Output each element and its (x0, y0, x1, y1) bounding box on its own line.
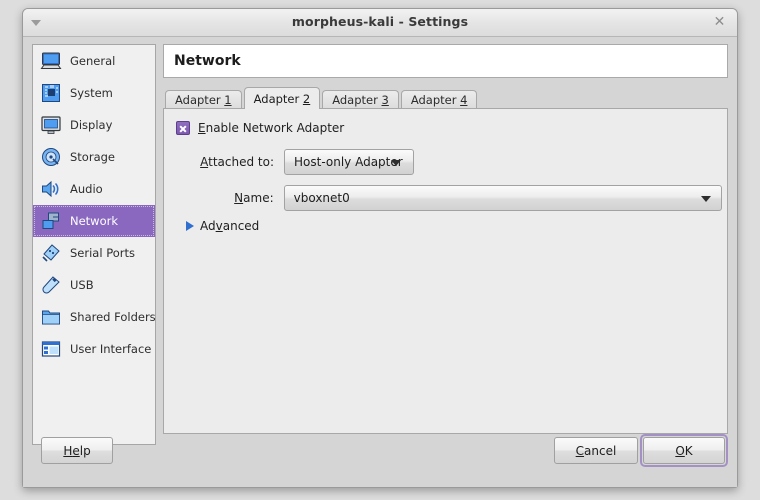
tab-adapter-3[interactable]: Adapter 3 (322, 90, 399, 109)
tab-adapter-1[interactable]: Adapter 1 (165, 90, 242, 109)
cancel-button[interactable]: Cancel (554, 437, 638, 464)
adapter-name-label: Name: (234, 191, 274, 205)
display-icon (41, 116, 61, 134)
tab-adapter-4[interactable]: Adapter 4 (400, 90, 478, 109)
harddisk-icon (42, 148, 60, 166)
enable-network-adapter-row[interactable]: Enable Network Adapter (176, 121, 344, 135)
dialog-footer: He lp Cancel OK (23, 425, 737, 487)
sidebar-item-serial-ports[interactable]: Serial Ports (33, 237, 155, 269)
page-title: Network (174, 53, 241, 69)
sidebar-item-display[interactable]: Display (33, 109, 155, 141)
enable-network-adapter-label: Enable Network Adapter (198, 121, 345, 135)
sidebar-item-label: System (70, 86, 113, 100)
sidebar-item-shared-folders[interactable]: Shared Folders (33, 301, 155, 333)
advanced-label: Advanced (200, 219, 260, 233)
sidebar-item-network[interactable]: Network (33, 205, 155, 237)
ok-button-focus-ring: OK (640, 434, 728, 467)
sidebar-item-label: Display (70, 118, 113, 132)
chevron-down-icon (701, 196, 711, 202)
close-icon[interactable]: ✕ (711, 14, 728, 31)
network-icon (42, 212, 59, 229)
adapter-name-combobox[interactable]: vboxnet0 (283, 185, 722, 211)
sidebar-item-system[interactable]: System (33, 77, 155, 109)
ok-button[interactable]: OK (643, 437, 725, 464)
enable-network-adapter-checkbox[interactable] (176, 121, 190, 135)
settings-window: morpheus-kali - Settings ✕ General Syste… (22, 8, 738, 488)
folder-icon (42, 310, 60, 325)
help-button[interactable]: He lp (41, 437, 113, 464)
sidebar-item-general[interactable]: General (33, 45, 155, 77)
sidebar-item-label: Serial Ports (70, 246, 135, 260)
window-title: morpheus-kali - Settings (291, 14, 469, 29)
page-header: Network (163, 44, 728, 78)
serial-plug-icon (42, 244, 60, 262)
sidebar-item-storage[interactable]: Storage (33, 141, 155, 173)
adapter-2-pane: Enable Network Adapter Attached to: Host… (163, 108, 728, 434)
sidebar-item-label: Audio (70, 182, 103, 196)
sidebar-item-label: Storage (70, 150, 115, 164)
window-panel-icon (41, 341, 61, 357)
sidebar-item-label: Network (70, 214, 119, 228)
sidebar-item-label: User Interface (70, 342, 152, 356)
triangle-right-icon (186, 221, 194, 231)
speaker-icon (42, 180, 59, 198)
advanced-disclosure[interactable]: Advanced (186, 219, 259, 233)
desktop-background: morpheus-kali - Settings ✕ General Syste… (0, 0, 760, 500)
adapter-name-value: vboxnet0 (293, 191, 350, 205)
motherboard-icon (42, 84, 60, 102)
sidebar-item-user-interface[interactable]: User Interface (33, 333, 155, 365)
usb-icon (42, 276, 60, 294)
attached-to-combobox[interactable]: Host-only Adapter (284, 149, 414, 175)
sidebar-item-usb[interactable]: USB (33, 269, 155, 301)
tab-adapter-2[interactable]: Adapter 2 (243, 87, 321, 109)
attached-to-label: Attached to: (200, 155, 274, 169)
attached-to-value: Host-only Adapter (294, 155, 403, 169)
title-bar[interactable]: morpheus-kali - Settings ✕ (23, 9, 737, 37)
adapter-tabs[interactable]: Adapter 1 Adapter 2 Adapter 3 Adapter 4 (163, 87, 728, 109)
sidebar-item-label: General (70, 54, 116, 68)
settings-category-list[interactable]: General System Display Storage Audio Net… (32, 44, 156, 445)
window-body: General System Display Storage Audio Net… (23, 37, 737, 487)
sidebar-item-audio[interactable]: Audio (33, 173, 155, 205)
monitor-icon (40, 52, 62, 69)
sidebar-item-label: USB (70, 278, 94, 292)
chevron-down-icon (391, 160, 401, 166)
attached-to-row: Attached to: Host-only Adapter (176, 149, 722, 175)
adapter-name-row: Name: vboxnet0 (176, 185, 722, 211)
sidebar-item-label: Shared Folders (70, 310, 156, 324)
settings-detail-pane: Network Adapter 1 Adapter 2 Adapter 3 Ad… (163, 44, 728, 445)
